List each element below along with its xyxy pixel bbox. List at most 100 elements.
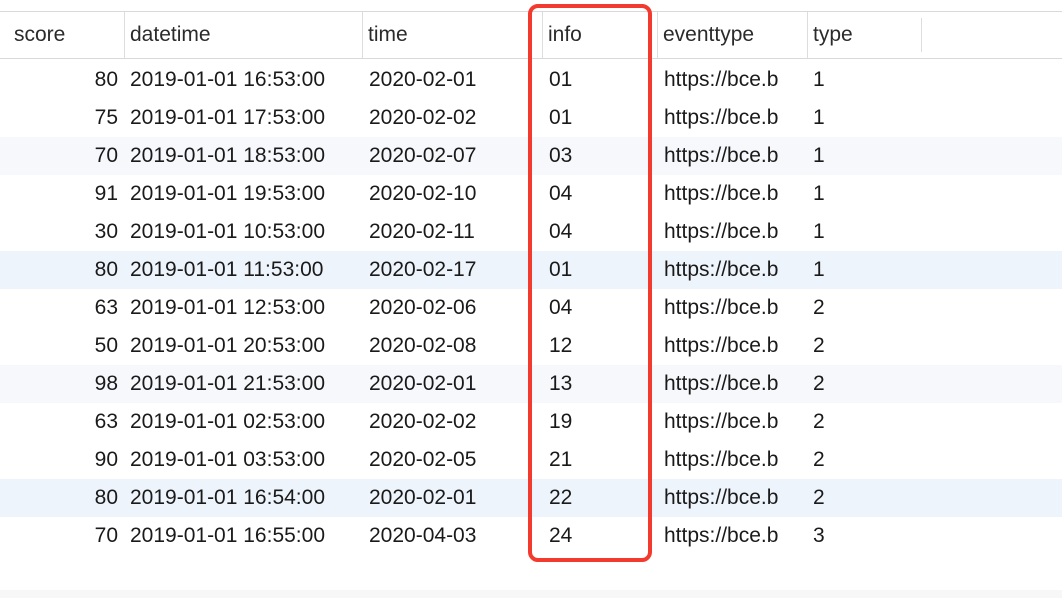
column-header-datetime[interactable]: datetime: [124, 12, 362, 58]
column-header-score[interactable]: score: [9, 12, 123, 58]
cell-eventtype: https://bce.b: [664, 448, 779, 471]
cell-time: 2020-02-10: [369, 182, 477, 205]
cell-eventtype: https://bce.b: [664, 296, 779, 319]
cell-eventtype: https://bce.b: [664, 106, 779, 129]
results-grid: score datetime time info eventtype type …: [0, 0, 1062, 598]
cell-eventtype: https://bce.b: [664, 524, 779, 547]
cell-score: 80: [94, 68, 118, 91]
cell-time: 2020-02-07: [369, 144, 477, 167]
cell-type: 2: [813, 334, 825, 357]
column-header-eventtype[interactable]: eventtype: [657, 12, 807, 58]
cell-score: 70: [94, 144, 118, 167]
cell-score: 63: [94, 410, 118, 433]
cell-time: 2020-02-17: [369, 258, 477, 281]
cell-score: 63: [94, 296, 118, 319]
cell-eventtype: https://bce.b: [664, 372, 779, 395]
cell-eventtype: https://bce.b: [664, 144, 779, 167]
cell-eventtype: https://bce.b: [664, 182, 779, 205]
cell-score: 30: [94, 220, 118, 243]
cell-info: 03: [549, 144, 573, 167]
table-row[interactable]: 75 2019-01-01 17:53:00 2020-02-02 01 htt…: [0, 99, 1062, 137]
cell-info: 24: [549, 524, 573, 547]
cell-info: 04: [549, 182, 573, 205]
cell-type: 1: [813, 182, 825, 205]
footer-band: [0, 590, 1062, 598]
cell-time: 2020-02-01: [369, 68, 477, 91]
table-row[interactable]: 50 2019-01-01 20:53:00 2020-02-08 12 htt…: [0, 327, 1062, 365]
cell-datetime: 2019-01-01 10:53:00: [130, 220, 325, 243]
cell-info: 01: [549, 258, 573, 281]
cell-info: 21: [549, 448, 573, 471]
cell-type: 2: [813, 372, 825, 395]
cell-score: 90: [94, 448, 118, 471]
cell-time: 2020-02-08: [369, 334, 477, 357]
cell-time: 2020-02-05: [369, 448, 477, 471]
cell-time: 2020-02-02: [369, 410, 477, 433]
cell-type: 1: [813, 68, 825, 91]
column-header-time[interactable]: time: [362, 12, 534, 58]
cell-info: 01: [549, 106, 573, 129]
cell-eventtype: https://bce.b: [664, 410, 779, 433]
table-row[interactable]: 90 2019-01-01 03:53:00 2020-02-05 21 htt…: [0, 441, 1062, 479]
cell-eventtype: https://bce.b: [664, 68, 779, 91]
cell-eventtype: https://bce.b: [664, 334, 779, 357]
cell-datetime: 2019-01-01 19:53:00: [130, 182, 325, 205]
cell-type: 1: [813, 144, 825, 167]
cell-info: 19: [549, 410, 573, 433]
table-row[interactable]: 80 2019-01-01 16:54:00 2020-02-01 22 htt…: [0, 479, 1062, 517]
cell-info: 01: [549, 68, 573, 91]
cell-type: 3: [813, 524, 825, 547]
cell-type: 2: [813, 448, 825, 471]
cell-time: 2020-02-06: [369, 296, 477, 319]
cell-eventtype: https://bce.b: [664, 486, 779, 509]
table-row[interactable]: 63 2019-01-01 12:53:00 2020-02-06 04 htt…: [0, 289, 1062, 327]
cell-datetime: 2019-01-01 12:53:00: [130, 296, 325, 319]
table-row[interactable]: 70 2019-01-01 16:55:00 2020-04-03 24 htt…: [0, 517, 1062, 555]
cell-info: 04: [549, 296, 573, 319]
cell-datetime: 2019-01-01 16:53:00: [130, 68, 325, 91]
cell-datetime: 2019-01-01 20:53:00: [130, 334, 325, 357]
table-row[interactable]: 98 2019-01-01 21:53:00 2020-02-01 13 htt…: [0, 365, 1062, 403]
cell-type: 1: [813, 220, 825, 243]
cell-time: 2020-02-02: [369, 106, 477, 129]
table-body: 80 2019-01-01 16:53:00 2020-02-01 01 htt…: [0, 61, 1062, 555]
cell-eventtype: https://bce.b: [664, 258, 779, 281]
cell-score: 70: [94, 524, 118, 547]
column-header-type[interactable]: type: [807, 12, 921, 58]
cell-info: 13: [549, 372, 573, 395]
cell-datetime: 2019-01-01 03:53:00: [130, 448, 325, 471]
cell-type: 1: [813, 106, 825, 129]
cell-type: 2: [813, 486, 825, 509]
table-header: score datetime time info eventtype type: [0, 11, 1062, 59]
cell-score: 98: [94, 372, 118, 395]
cell-time: 2020-02-01: [369, 372, 477, 395]
column-header-info[interactable]: info: [542, 12, 652, 58]
column-separator[interactable]: [921, 18, 922, 52]
cell-type: 2: [813, 410, 825, 433]
cell-datetime: 2019-01-01 02:53:00: [130, 410, 325, 433]
cell-datetime: 2019-01-01 17:53:00: [130, 106, 325, 129]
cell-score: 80: [94, 486, 118, 509]
cell-info: 22: [549, 486, 573, 509]
cell-type: 1: [813, 258, 825, 281]
cell-score: 75: [94, 106, 118, 129]
cell-datetime: 2019-01-01 16:54:00: [130, 486, 325, 509]
cell-score: 91: [94, 182, 118, 205]
cell-datetime: 2019-01-01 18:53:00: [130, 144, 325, 167]
table-row[interactable]: 91 2019-01-01 19:53:00 2020-02-10 04 htt…: [0, 175, 1062, 213]
cell-datetime: 2019-01-01 16:55:00: [130, 524, 325, 547]
cell-time: 2020-02-11: [369, 220, 475, 243]
table-row[interactable]: 80 2019-01-01 11:53:00 2020-02-17 01 htt…: [0, 251, 1062, 289]
cell-type: 2: [813, 296, 825, 319]
table-row[interactable]: 63 2019-01-01 02:53:00 2020-02-02 19 htt…: [0, 403, 1062, 441]
cell-info: 12: [549, 334, 573, 357]
table-row[interactable]: 80 2019-01-01 16:53:00 2020-02-01 01 htt…: [0, 61, 1062, 99]
cell-time: 2020-04-03: [369, 524, 477, 547]
cell-eventtype: https://bce.b: [664, 220, 779, 243]
table-row[interactable]: 30 2019-01-01 10:53:00 2020-02-11 04 htt…: [0, 213, 1062, 251]
cell-info: 04: [549, 220, 573, 243]
cell-datetime: 2019-01-01 21:53:00: [130, 372, 325, 395]
cell-time: 2020-02-01: [369, 486, 477, 509]
cell-score: 80: [94, 258, 118, 281]
table-row[interactable]: 70 2019-01-01 18:53:00 2020-02-07 03 htt…: [0, 137, 1062, 175]
